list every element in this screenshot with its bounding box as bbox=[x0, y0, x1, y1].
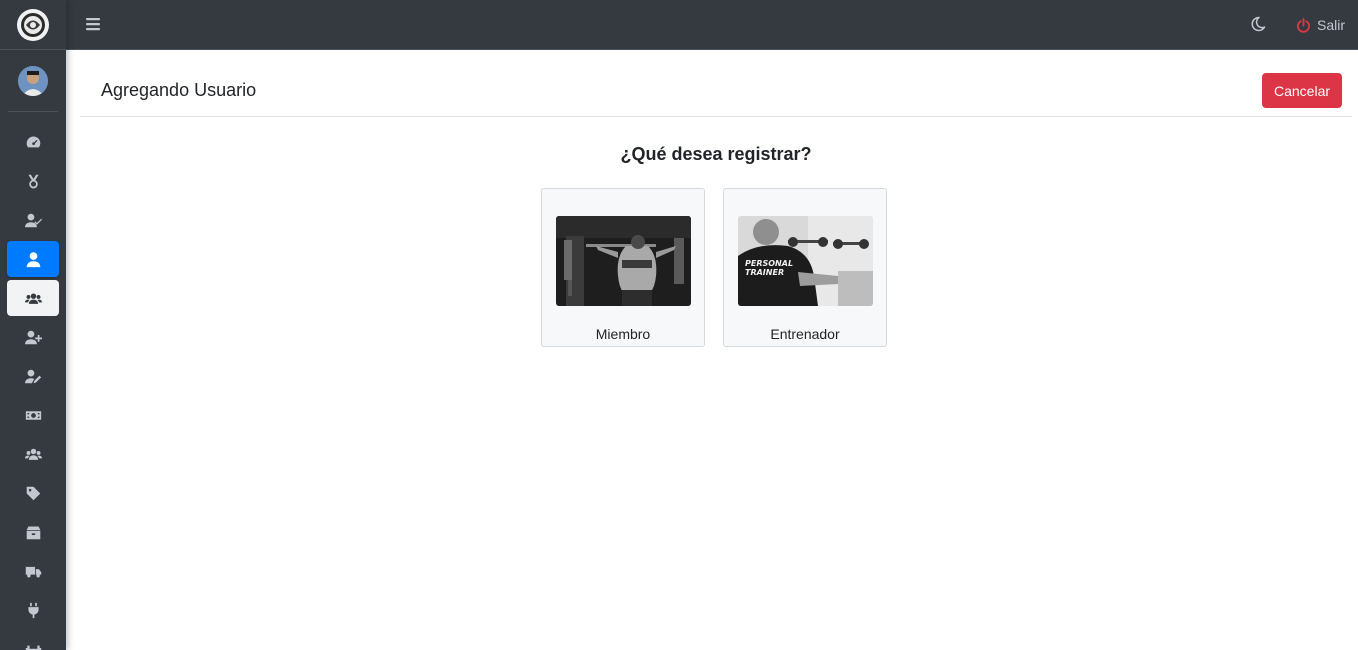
sidebar bbox=[0, 0, 66, 650]
main-content: Agregando Usuario Cancelar ¿Qué desea re… bbox=[80, 50, 1352, 650]
medal-icon bbox=[27, 174, 39, 188]
sidebar-item-plugins[interactable] bbox=[7, 592, 59, 628]
dark-mode-toggle-icon[interactable] bbox=[1250, 16, 1266, 32]
cancel-button[interactable]: Cancelar bbox=[1262, 73, 1342, 108]
option-member-label: Miembro bbox=[595, 326, 651, 342]
logout-label: Salir bbox=[1317, 17, 1346, 33]
sidebar-item-user-edit[interactable] bbox=[7, 358, 59, 394]
sidebar-item-gym[interactable] bbox=[7, 631, 59, 650]
hamburger-menu-icon[interactable] bbox=[86, 15, 102, 33]
plug-icon bbox=[27, 602, 39, 618]
avatar[interactable] bbox=[18, 65, 48, 96]
user-icon bbox=[26, 251, 40, 267]
user-plus-icon bbox=[24, 330, 42, 344]
trainer-image: PERSONAL TRAINER bbox=[738, 216, 873, 306]
brand-logo-icon[interactable] bbox=[17, 8, 49, 41]
sidebar-item-dashboard[interactable] bbox=[7, 124, 59, 160]
sidebar-item-payments[interactable] bbox=[7, 397, 59, 433]
sidebar-item-groups[interactable] bbox=[7, 436, 59, 472]
power-icon bbox=[1296, 17, 1311, 33]
top-navbar: Salir bbox=[66, 0, 1358, 50]
sidebar-item-medal[interactable] bbox=[7, 163, 59, 199]
member-image bbox=[556, 216, 691, 306]
truck-icon bbox=[25, 566, 41, 577]
logout-button[interactable]: Salir bbox=[1296, 15, 1345, 35]
trainer-image-text-2: TRAINER bbox=[745, 268, 784, 277]
box-icon bbox=[26, 526, 40, 539]
money-bill-icon bbox=[25, 410, 41, 420]
user-edit-icon bbox=[24, 369, 41, 383]
sidebar-nav bbox=[0, 124, 66, 650]
users-group-icon bbox=[24, 448, 42, 460]
option-trainer-label: Entrenador bbox=[770, 326, 840, 342]
users-icon bbox=[24, 292, 42, 304]
tag-icon bbox=[26, 486, 40, 500]
sidebar-item-shipping[interactable] bbox=[7, 553, 59, 589]
sidebar-item-inventory[interactable] bbox=[7, 514, 59, 550]
option-member-card[interactable]: Miembro bbox=[541, 188, 705, 347]
sidebar-item-user-check[interactable] bbox=[7, 202, 59, 238]
user-panel bbox=[8, 50, 58, 112]
brand[interactable] bbox=[0, 0, 66, 50]
page-title: Agregando Usuario bbox=[101, 80, 257, 100]
user-check-icon bbox=[24, 213, 42, 227]
sidebar-item-user-plus[interactable] bbox=[7, 319, 59, 355]
sidebar-item-users[interactable] bbox=[7, 280, 59, 316]
dashboard-icon bbox=[26, 136, 40, 147]
trainer-image-text-1: PERSONAL bbox=[745, 259, 793, 268]
sidebar-item-user[interactable] bbox=[7, 241, 59, 277]
sidebar-item-tags[interactable] bbox=[7, 475, 59, 511]
option-trainer-card[interactable]: PERSONAL TRAINER Entrenador bbox=[723, 188, 887, 347]
dumbbell-icon bbox=[25, 645, 41, 650]
registration-question: ¿Qué desea registrar? bbox=[620, 144, 812, 164]
card-header: Agregando Usuario Cancelar bbox=[80, 50, 1352, 117]
